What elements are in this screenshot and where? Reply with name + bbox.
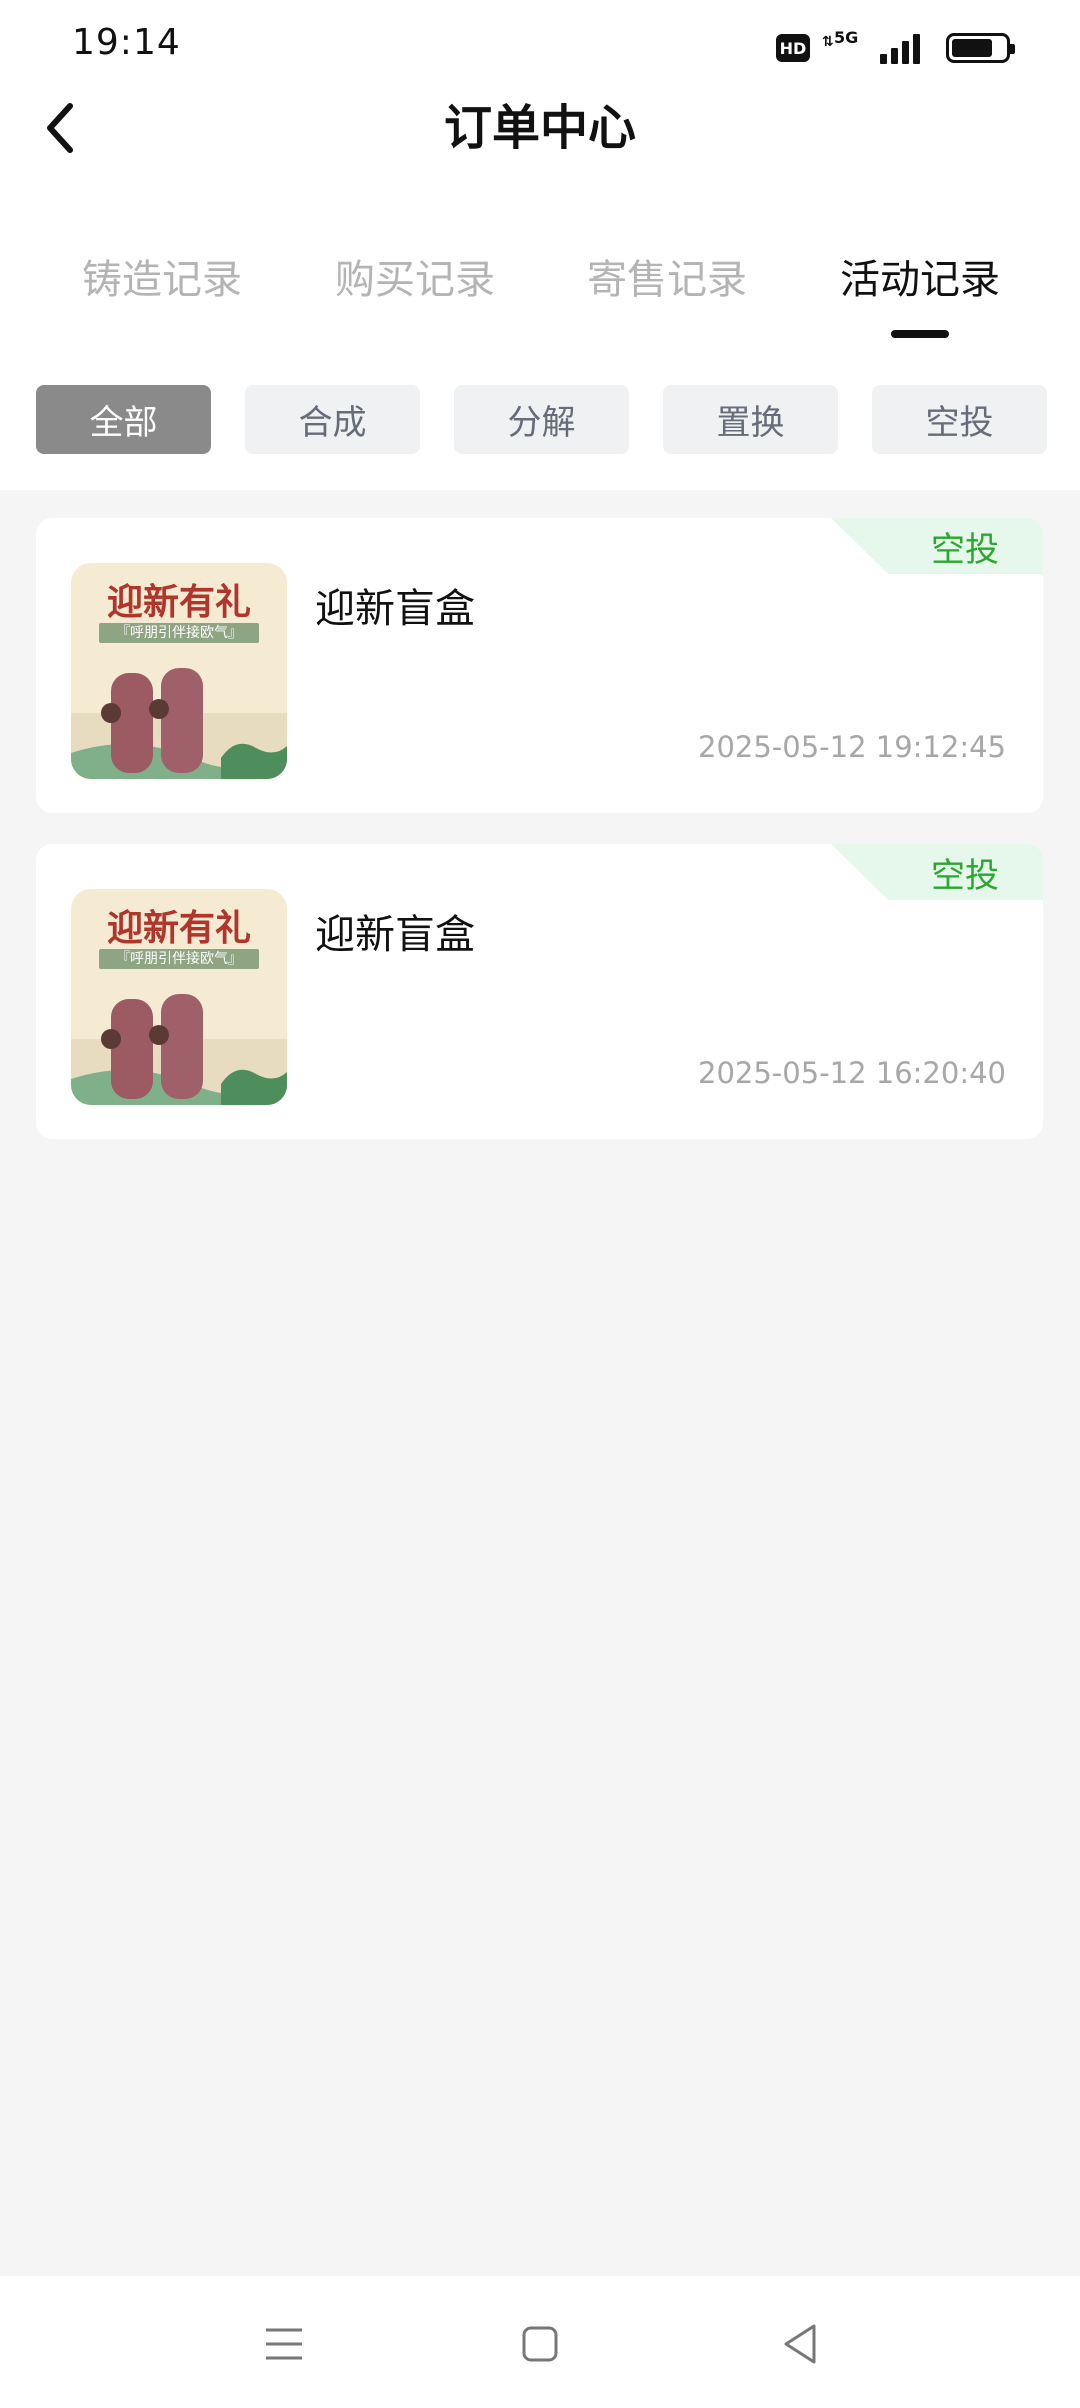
tab-consignment-records[interactable]: 寄售记录 bbox=[557, 250, 777, 310]
thumb-title: 迎新有礼 bbox=[106, 907, 251, 949]
record-type-tag: 空投 bbox=[831, 844, 1043, 900]
active-tab-indicator bbox=[891, 330, 949, 338]
network-icon: ⇅ 5G bbox=[822, 28, 862, 64]
filter-airdrop[interactable]: 空投 bbox=[872, 385, 1047, 454]
battery-fill bbox=[952, 39, 992, 57]
record-thumbnail: 迎新有礼 『呼朋引伴接欧气』 bbox=[71, 563, 287, 779]
filter-all[interactable]: 全部 bbox=[36, 385, 211, 454]
back-triangle-icon bbox=[784, 2324, 816, 2364]
signal-icon bbox=[880, 32, 924, 64]
filter-exchange[interactable]: 置换 bbox=[663, 385, 838, 454]
network-label: 5G bbox=[834, 28, 859, 47]
hd-badge: HD bbox=[776, 34, 810, 62]
status-icons: HD ⇅ 5G bbox=[776, 26, 1015, 70]
status-time: 19:14 bbox=[72, 22, 181, 63]
record-title: 迎新盲盒 bbox=[315, 586, 475, 632]
filter-chips: 全部 合成 分解 置换 空投 bbox=[36, 385, 1048, 455]
tab-activity-records[interactable]: 活动记录 bbox=[810, 250, 1030, 310]
record-type-tag: 空投 bbox=[831, 518, 1043, 574]
menu-icon bbox=[266, 2328, 302, 2360]
tab-mint-records[interactable]: 铸造记录 bbox=[52, 250, 272, 310]
page-title: 订单中心 bbox=[443, 100, 636, 156]
recent-apps-button[interactable] bbox=[254, 2314, 314, 2374]
tab-purchase-records[interactable]: 购买记录 bbox=[305, 250, 525, 310]
system-back-button[interactable] bbox=[770, 2314, 830, 2374]
filter-decompose[interactable]: 分解 bbox=[454, 385, 629, 454]
record-thumbnail: 迎新有礼 『呼朋引伴接欧气』 bbox=[71, 889, 287, 1105]
record-time: 2025-05-12 19:12:45 bbox=[698, 730, 1006, 764]
record-tabs: 铸造记录 购买记录 寄售记录 活动记录 bbox=[0, 250, 1080, 340]
system-nav-bar bbox=[0, 2276, 1080, 2408]
record-time: 2025-05-12 16:20:40 bbox=[698, 1056, 1006, 1090]
thumb-subtitle: 『呼朋引伴接欧气』 bbox=[99, 949, 259, 969]
network-arrows-icon: ⇅ bbox=[822, 34, 834, 50]
record-title: 迎新盲盒 bbox=[315, 912, 475, 958]
record-card[interactable]: 空投 迎新有礼 『呼朋引伴接欧气』 迎新盲盒 2025-05-12 19:12:… bbox=[36, 518, 1043, 813]
record-card[interactable]: 空投 迎新有礼 『呼朋引伴接欧气』 迎新盲盒 2025-05-12 16:20:… bbox=[36, 844, 1043, 1139]
home-square-icon bbox=[522, 2326, 558, 2362]
thumb-subtitle: 『呼朋引伴接欧气』 bbox=[99, 623, 259, 643]
filter-synthesis[interactable]: 合成 bbox=[245, 385, 420, 454]
home-button[interactable] bbox=[510, 2314, 570, 2374]
battery-icon bbox=[946, 33, 1015, 63]
thumb-title: 迎新有礼 bbox=[106, 581, 251, 623]
